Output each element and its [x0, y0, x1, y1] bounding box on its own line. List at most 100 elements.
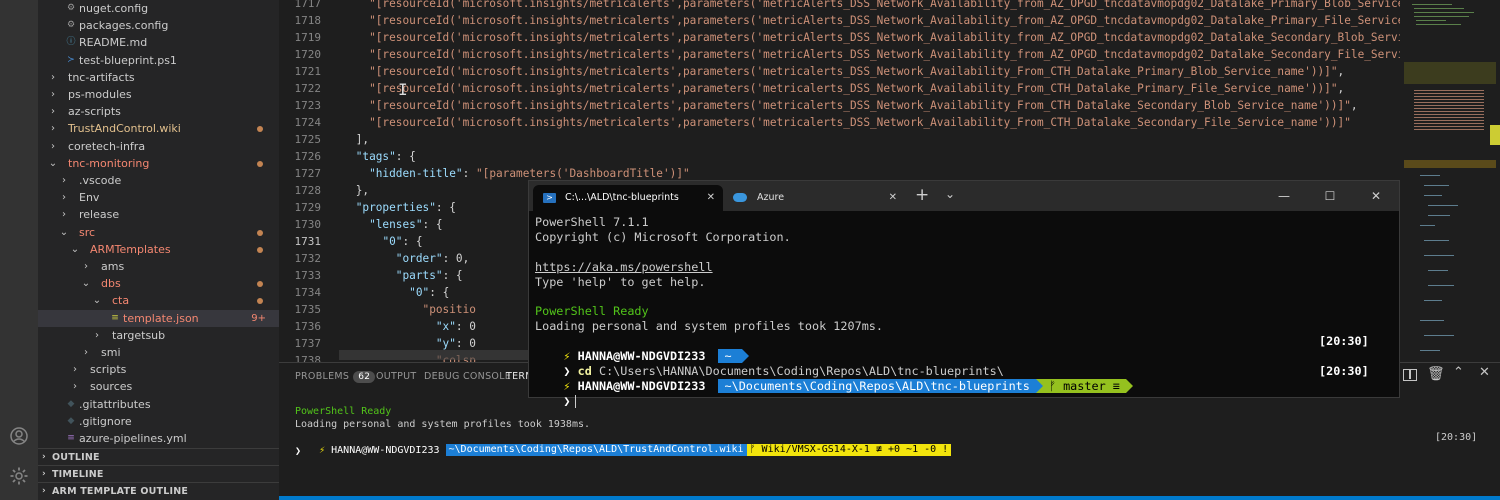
- sidebar-item[interactable]: › az-scripts: [38, 103, 279, 120]
- code-line[interactable]: "parts": {: [329, 267, 463, 284]
- close-tab-icon[interactable]: ✕: [889, 185, 897, 211]
- gear-icon: ⚙: [66, 3, 76, 13]
- sidebar-item[interactable]: › release: [38, 206, 279, 223]
- chevron-right-icon: ›: [84, 347, 88, 358]
- sidebar-item[interactable]: › coretech-infra: [38, 138, 279, 155]
- new-tab-icon[interactable]: +: [915, 185, 929, 205]
- code-line[interactable]: "[resourceId('microsoft.insights/metrica…: [329, 114, 1351, 131]
- line-number: 1735: [294, 303, 322, 316]
- tab-azure[interactable]: Azure ✕: [725, 185, 905, 211]
- sidebar-item[interactable]: › targetsub: [38, 327, 279, 344]
- tab-problems[interactable]: PROBLEMS 62: [295, 371, 376, 383]
- minimize-icon[interactable]: —: [1261, 181, 1307, 211]
- code-line[interactable]: "[resourceId('microsoft.insights/metrica…: [329, 97, 1358, 114]
- chevron-right-icon: ›: [42, 452, 46, 462]
- minimap[interactable]: [1400, 0, 1500, 362]
- code-line[interactable]: "positio: [329, 301, 476, 318]
- maximize-panel-icon[interactable]: ⌃: [1453, 365, 1464, 380]
- git-file-icon: ◆: [67, 415, 75, 426]
- sidebar-item[interactable]: ⌄ src: [38, 224, 279, 241]
- terminal-caret[interactable]: ❯: [295, 445, 301, 458]
- account-icon[interactable]: [9, 426, 29, 446]
- code-line[interactable]: "properties": {: [329, 199, 456, 216]
- sidebar-item[interactable]: › Env: [38, 189, 279, 206]
- code-line[interactable]: ],: [329, 131, 369, 148]
- sidebar-item[interactable]: ⓘ README.md: [38, 34, 279, 51]
- tab-debug-console[interactable]: DEBUG CONSOLE: [424, 371, 511, 382]
- code-line[interactable]: "lenses": {: [329, 216, 442, 233]
- sidebar-item-label: ams: [101, 260, 125, 273]
- ps-help-line: Type 'help' to get help.: [535, 275, 706, 289]
- prompt-git-segment: ᚠ master ≡: [1042, 379, 1126, 393]
- line-number: 1734: [294, 286, 322, 299]
- sidebar-item[interactable]: › ps-modules: [38, 86, 279, 103]
- gear-icon: ⚙: [66, 20, 76, 31]
- code-line[interactable]: "0": {: [329, 233, 422, 250]
- chevron-down-icon[interactable]: ⌄: [945, 187, 955, 201]
- chevron-right-icon: ›: [62, 175, 66, 186]
- sidebar-item[interactable]: › ams: [38, 258, 279, 275]
- powershell-icon: >: [543, 193, 556, 203]
- code-line[interactable]: "tags": {: [329, 148, 416, 165]
- close-panel-icon[interactable]: ✕: [1479, 365, 1490, 380]
- sidebar-item[interactable]: › tnc-artifacts: [38, 69, 279, 86]
- line-number: 1737: [294, 337, 322, 350]
- sidebar-item[interactable]: ⚙ packages.config: [38, 17, 279, 34]
- close-window-icon[interactable]: ✕: [1353, 181, 1399, 211]
- code-line[interactable]: "x": 0: [329, 318, 476, 335]
- sidebar-item[interactable]: ≡ template.json 9+: [38, 309, 279, 327]
- sidebar-item[interactable]: ⌄ tnc-monitoring: [38, 155, 279, 172]
- code-line[interactable]: "[resourceId('microsoft.insights/metrica…: [329, 0, 1400, 12]
- sidebar-item[interactable]: › .vscode: [38, 172, 279, 189]
- code-line[interactable]: "[resourceId('microsoft.insights/metrica…: [329, 29, 1400, 46]
- code-line[interactable]: "[resourceId('microsoft.insights/metrica…: [329, 63, 1344, 80]
- prompt-line-2: ⚡ HANNA@WW-NDGVDI233 ~\Documents\Coding\R…: [535, 364, 1133, 409]
- sidebar-item-label: azure-pipelines.yml: [79, 432, 187, 445]
- maximize-icon[interactable]: ☐: [1307, 181, 1353, 211]
- code-line[interactable]: "[resourceId('microsoft.insights/metrica…: [329, 46, 1400, 63]
- sidebar-item[interactable]: › scripts: [38, 361, 279, 378]
- outline-section[interactable]: › OUTLINE: [38, 448, 279, 465]
- sidebar-item[interactable]: ≻ test-blueprint.ps1: [38, 52, 279, 69]
- sidebar-item[interactable]: › TrustAndControl.wiki: [38, 120, 279, 137]
- yaml-file-icon: ≡: [67, 433, 75, 443]
- line-number: 1726: [294, 150, 322, 163]
- editor-scrollbar[interactable]: [339, 350, 559, 360]
- code-line[interactable]: "[resourceId('microsoft.insights/metrica…: [329, 80, 1344, 97]
- code-line[interactable]: "[resourceId('microsoft.insights/metrica…: [329, 12, 1400, 29]
- sidebar-item[interactable]: ◆ .gitattributes: [38, 396, 279, 413]
- chevron-down-icon: ⌄: [70, 243, 80, 255]
- tab-output[interactable]: OUTPUT: [376, 371, 417, 382]
- sidebar-item-label: cta: [112, 294, 130, 308]
- terminal-ready-line: PowerShell Ready: [295, 406, 392, 417]
- code-line[interactable]: "order": 0,: [329, 250, 470, 267]
- trash-icon[interactable]: 🗑: [1427, 366, 1445, 382]
- sidebar-item[interactable]: › smi: [38, 344, 279, 361]
- settings-gear-icon[interactable]: [9, 466, 29, 486]
- modified-dot-icon: [257, 160, 263, 167]
- sidebar-item[interactable]: ⚙ nuget.config: [38, 0, 279, 17]
- timeline-section[interactable]: › TIMELINE: [38, 465, 279, 482]
- sidebar-item-label: .gitignore: [79, 414, 132, 428]
- code-line[interactable]: },: [329, 182, 369, 199]
- split-terminal-icon[interactable]: [1403, 369, 1417, 381]
- tab-tnc-blueprints[interactable]: > C:\...\ALD\tnc-blueprints ✕: [533, 185, 723, 211]
- sidebar-item[interactable]: › sources: [38, 378, 279, 395]
- sidebar-item[interactable]: ≡ azure-pipelines.yml: [38, 430, 279, 447]
- text-cursor: [574, 395, 576, 408]
- sidebar-item[interactable]: ⌄ cta: [38, 292, 279, 309]
- input-line[interactable]: ❯: [535, 379, 576, 424]
- ps-link[interactable]: https://aka.ms/powershell: [535, 260, 713, 275]
- arm-template-outline-section[interactable]: › ARM TEMPLATE OUTLINE: [38, 482, 279, 499]
- sidebar-item[interactable]: ⌄ dbs: [38, 275, 279, 292]
- chevron-right-icon: ›: [84, 261, 88, 272]
- sidebar-item[interactable]: ◆ .gitignore: [38, 413, 279, 430]
- sidebar-item-label: tnc-monitoring: [68, 156, 150, 170]
- chevron-right-icon: ›: [51, 106, 55, 118]
- prompt-user-segment: HANNA@WW-NDGVDI233: [577, 379, 706, 393]
- close-tab-icon[interactable]: ✕: [707, 185, 715, 211]
- prompt-user-segment: HANNA@WW-NDGVDI233: [331, 445, 440, 456]
- code-line[interactable]: "0": {: [329, 284, 449, 301]
- sidebar-item[interactable]: ⌄ ARMTemplates: [38, 241, 279, 258]
- line-number: 1729: [294, 201, 322, 214]
